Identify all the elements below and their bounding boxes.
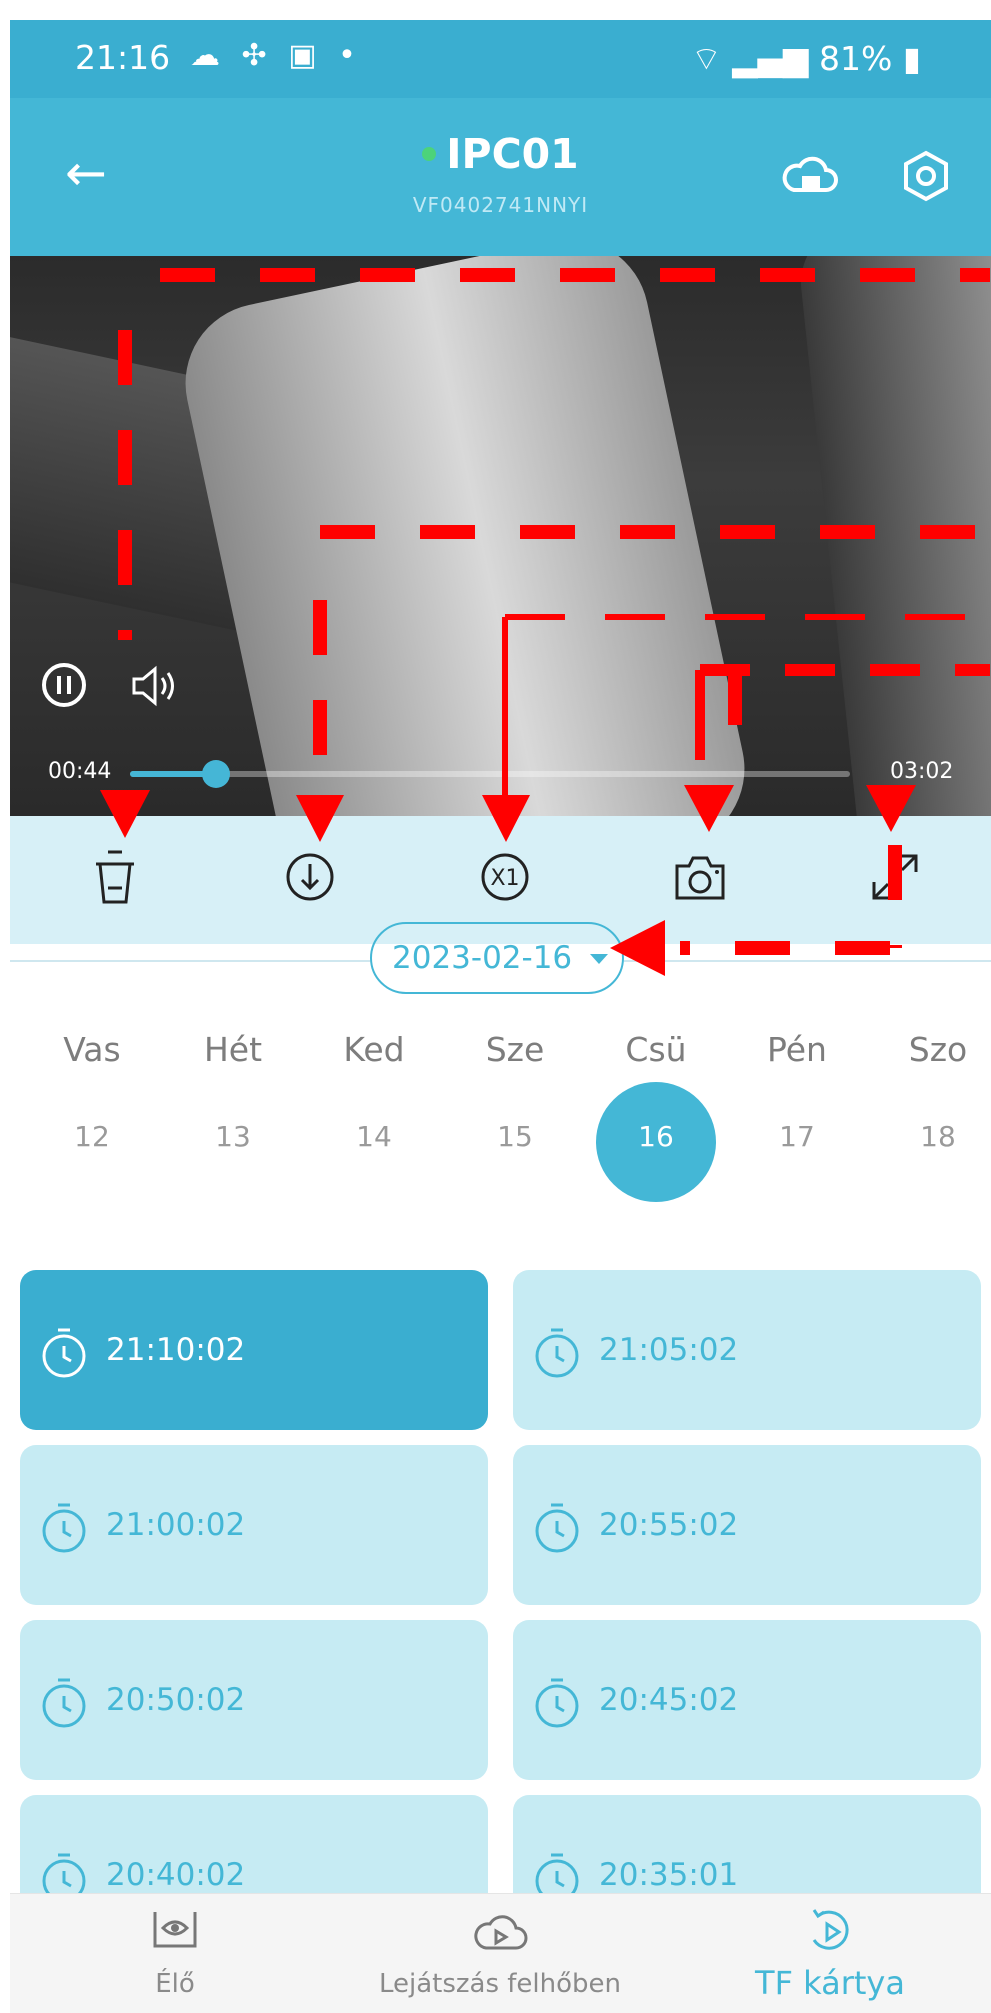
stopwatch-icon [42, 1678, 86, 1728]
speed-button[interactable]: X1 [470, 842, 540, 912]
day-name: Vas [63, 1030, 121, 1069]
clip-time: 20:45:02 [599, 1682, 739, 1718]
volume-icon[interactable] [130, 664, 180, 708]
day-name: Szo [908, 1030, 968, 1069]
stopwatch-icon [42, 1503, 86, 1553]
nav-item-tf-card[interactable]: TF kártya [700, 1894, 960, 2013]
cloud-storage-icon[interactable] [780, 156, 838, 196]
week-day-Sze[interactable]: Sze 15 [455, 1020, 575, 1200]
app-screen: 21:16 ☁ ✣ ▣ • ⌔ ▂▄▆ 81% ▮ ← IPC01 VF0402… [10, 20, 991, 2013]
clip-time: 21:00:02 [106, 1507, 246, 1543]
download-button[interactable] [275, 842, 345, 912]
stopwatch-icon [535, 1503, 579, 1553]
week-day-Pén[interactable]: Pén 17 [737, 1020, 857, 1200]
clip-time: 20:40:02 [106, 1857, 246, 1893]
status-time: 21:16 [75, 38, 171, 77]
clip-time: 20:55:02 [599, 1507, 739, 1543]
week-day-strip: Vas 12 Hét 13 Ked 14 Sze 15 Csü 16 Pén 17 Szo 18 [10, 1020, 991, 1202]
video-frame-content [170, 256, 760, 816]
device-serial: VF0402741NNYI [412, 193, 589, 217]
recording-clip[interactable]: 21:00:02 [20, 1445, 488, 1605]
trash-icon [96, 850, 134, 904]
day-name: Pén [767, 1030, 827, 1069]
battery-icon: ▮ [892, 39, 921, 78]
day-name: Ked [343, 1030, 405, 1069]
settings-gear-icon[interactable] [900, 150, 952, 202]
device-name: IPC01 [446, 130, 579, 178]
nav-label-tf: TF kártya [755, 1964, 905, 2002]
day-name: Sze [485, 1030, 545, 1069]
pause-icon[interactable] [40, 661, 88, 709]
stopwatch-icon [535, 1678, 579, 1728]
download-icon [286, 853, 334, 901]
day-name: Hét [203, 1030, 263, 1069]
clip-time: 20:35:01 [599, 1857, 739, 1893]
device-title: IPC01 [10, 130, 991, 178]
speed-x1-icon: X1 [481, 853, 529, 901]
day-number: 16 [638, 1120, 674, 1153]
expand-icon [872, 854, 918, 900]
camera-icon [675, 856, 725, 900]
divider [10, 960, 370, 962]
recording-clip[interactable]: 20:50:02 [20, 1620, 488, 1780]
status-notification-icons: ☁ ✣ ▣ • [190, 38, 362, 73]
progress-thumb[interactable] [202, 760, 231, 788]
video-player[interactable]: 00:44 03:02 [10, 256, 991, 816]
live-eye-icon [153, 1912, 197, 1948]
clip-time: 20:50:02 [106, 1682, 246, 1718]
battery-level: ⌔ ▂▄▆ 81% ▮ [690, 39, 921, 78]
selected-date: 2023-02-16 [392, 940, 573, 976]
day-name: Csü [625, 1030, 687, 1069]
week-day-Ked[interactable]: Ked 14 [314, 1020, 434, 1200]
week-day-Vas[interactable]: Vas 12 [32, 1020, 152, 1200]
clip-time: 21:05:02 [599, 1332, 739, 1368]
nav-item-live[interactable]: Élő [45, 1894, 305, 2013]
recording-clip[interactable]: 20:55:02 [513, 1445, 981, 1605]
tf-card-playback-icon [812, 1909, 849, 1950]
status-bar: 21:16 ☁ ✣ ▣ • ⌔ ▂▄▆ 81% ▮ [10, 20, 991, 98]
nav-label-live: Élő [155, 1969, 195, 1999]
wifi-signal-icon: ⌔ ▂▄▆ [690, 39, 819, 78]
snapshot-button[interactable] [665, 842, 735, 912]
fullscreen-button[interactable] [860, 842, 930, 912]
clip-time: 21:10:02 [106, 1332, 246, 1368]
day-number: 17 [779, 1120, 815, 1153]
chevron-down-icon [590, 954, 608, 964]
week-day-Hét[interactable]: Hét 13 [173, 1020, 293, 1200]
week-day-Szo[interactable]: Szo 18 [878, 1020, 991, 1200]
stopwatch-icon [42, 1328, 86, 1378]
date-picker[interactable]: 2023-02-16 [370, 922, 624, 994]
stopwatch-icon [535, 1328, 579, 1378]
day-number: 13 [215, 1120, 251, 1153]
video-frame-content [795, 256, 991, 816]
cloud-playback-icon [474, 1915, 528, 1950]
app-header: ← IPC01 VF0402741NNYI [10, 98, 991, 256]
current-time: 00:44 [48, 759, 112, 784]
day-number: 15 [497, 1120, 533, 1153]
recording-clip[interactable]: 21:10:02 [20, 1270, 488, 1430]
bottom-navigation: Élő Lejátszás felhőben TF kártya [10, 1893, 991, 2013]
delete-button[interactable] [80, 842, 150, 912]
total-time: 03:02 [890, 759, 954, 784]
nav-label-cloud: Lejátszás felhőben [378, 1969, 622, 1999]
divider [624, 960, 991, 962]
recording-clip[interactable]: 21:05:02 [513, 1270, 981, 1430]
day-number: 14 [356, 1120, 392, 1153]
nav-item-cloud-playback[interactable]: Lejátszás felhőben [370, 1894, 630, 2013]
week-day-Csü[interactable]: Csü 16 [596, 1020, 716, 1202]
playback-progress-bar[interactable] [130, 760, 850, 788]
day-number: 12 [74, 1120, 110, 1153]
speed-label: X1 [490, 866, 519, 891]
online-status-dot [422, 147, 437, 161]
recording-clip[interactable]: 20:45:02 [513, 1620, 981, 1780]
day-number: 18 [920, 1120, 956, 1153]
